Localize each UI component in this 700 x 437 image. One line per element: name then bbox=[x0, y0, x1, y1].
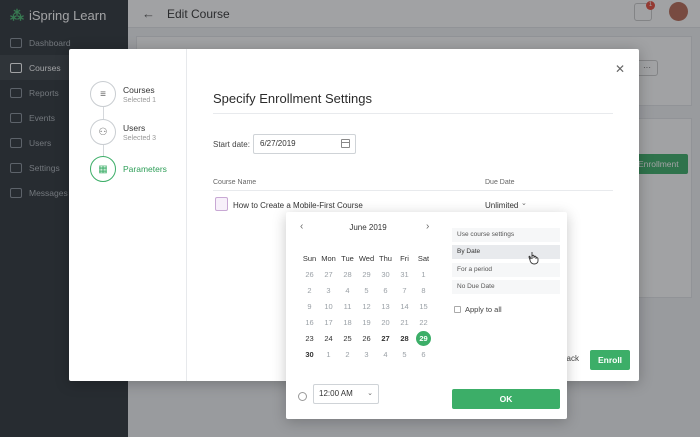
calendar-day[interactable]: 6 bbox=[414, 347, 433, 363]
step-sub: Selected 1 bbox=[123, 96, 157, 104]
enroll-button[interactable]: Enroll bbox=[590, 350, 630, 370]
weekday-header: Fri bbox=[400, 254, 409, 263]
step-parameters[interactable]: ▦ Parameters bbox=[90, 156, 167, 182]
calendar-day[interactable]: 15 bbox=[414, 299, 433, 315]
calendar-day[interactable]: 18 bbox=[338, 315, 357, 331]
calendar-day[interactable]: 26 bbox=[357, 331, 376, 347]
option-by-date[interactable]: By Date bbox=[452, 245, 560, 259]
step-name: Users bbox=[123, 122, 146, 133]
calendar-day[interactable]: 17 bbox=[319, 315, 338, 331]
step-courses[interactable]: ≡ Courses Selected 1 bbox=[90, 81, 156, 107]
calendar-day-selected[interactable]: 29 bbox=[414, 331, 433, 347]
calendar-day[interactable]: 4 bbox=[338, 283, 357, 299]
step-name: Courses bbox=[123, 84, 155, 95]
calendar-day[interactable]: 20 bbox=[376, 315, 395, 331]
calendar-day[interactable]: 4 bbox=[376, 347, 395, 363]
calendar-day[interactable]: 23 bbox=[300, 331, 319, 347]
calendar-day[interactable]: 3 bbox=[357, 347, 376, 363]
calendar-day[interactable]: 8 bbox=[414, 283, 433, 299]
calendar-day[interactable]: 27 bbox=[376, 331, 395, 347]
calendar-day[interactable]: 28 bbox=[338, 267, 357, 283]
calendar-day[interactable]: 30 bbox=[376, 267, 395, 283]
calendar-day[interactable]: 7 bbox=[395, 283, 414, 299]
col-header-course: Course Name bbox=[213, 179, 257, 186]
calendar-day[interactable]: 3 bbox=[319, 283, 338, 299]
ok-button[interactable]: OK bbox=[452, 389, 560, 409]
weekday-header: Sat bbox=[417, 254, 430, 263]
apply-to-all-label: Apply to all bbox=[465, 305, 502, 314]
calendar-day[interactable]: 19 bbox=[357, 315, 376, 331]
wizard-steps: ≡ Courses Selected 1 ⚇ Users Selected 3 … bbox=[69, 49, 187, 381]
step-users[interactable]: ⚇ Users Selected 3 bbox=[90, 119, 156, 145]
calendar-day-label: 29 bbox=[419, 334, 428, 343]
divider bbox=[213, 113, 613, 114]
course-name: How to Create a Mobile-First Course bbox=[233, 201, 363, 210]
apply-to-all-checkbox[interactable] bbox=[454, 306, 461, 313]
calendar-day[interactable]: 2 bbox=[338, 347, 357, 363]
hand-cursor-icon bbox=[528, 252, 539, 265]
option-use-course-settings[interactable]: Use course settings bbox=[452, 228, 560, 242]
time-value: 12:00 AM bbox=[319, 389, 353, 398]
dialog-title: Specify Enrollment Settings bbox=[213, 91, 372, 106]
option-for-a-period[interactable]: For a period bbox=[452, 263, 560, 277]
start-date-field[interactable]: 6/27/2019 bbox=[253, 134, 356, 154]
calendar-day[interactable]: 26 bbox=[300, 267, 319, 283]
option-no-due-date[interactable]: No Due Date bbox=[452, 280, 560, 294]
calendar-day[interactable]: 22 bbox=[414, 315, 433, 331]
due-date-dropdown[interactable]: Unlimited bbox=[485, 201, 518, 210]
weekday-header: Thu bbox=[379, 254, 392, 263]
document-icon: ≡ bbox=[90, 81, 116, 107]
calendar-day[interactable]: 6 bbox=[376, 283, 395, 299]
chevron-down-icon: ⌄ bbox=[367, 390, 373, 397]
weekday-header: Wed bbox=[358, 254, 375, 263]
divider bbox=[213, 190, 613, 191]
calendar-day[interactable]: 1 bbox=[414, 267, 433, 283]
start-date-value: 6/27/2019 bbox=[260, 139, 296, 148]
calendar-day[interactable]: 28 bbox=[395, 331, 414, 347]
calendar-day[interactable]: 10 bbox=[319, 299, 338, 315]
calendar-day[interactable]: 31 bbox=[395, 267, 414, 283]
calendar-day[interactable]: 24 bbox=[319, 331, 338, 347]
chevron-right-icon[interactable]: › bbox=[426, 221, 429, 232]
calendar-day[interactable]: 5 bbox=[357, 283, 376, 299]
calendar-day[interactable]: 30 bbox=[300, 347, 319, 363]
due-date-popup: ‹ June 2019 › Sun Mon Tue Wed Thu Fri Sat 26 27 2… bbox=[286, 212, 567, 419]
calendar-day[interactable]: 16 bbox=[300, 315, 319, 331]
weekday-header: Mon bbox=[321, 254, 336, 263]
weekday-header: Tue bbox=[341, 254, 354, 263]
calendar-day[interactable]: 1 bbox=[319, 347, 338, 363]
calendar-icon[interactable] bbox=[341, 139, 350, 148]
calendar-day[interactable]: 14 bbox=[395, 299, 414, 315]
calendar-day[interactable]: 29 bbox=[357, 267, 376, 283]
time-select[interactable]: 12:00 AM ⌄ bbox=[313, 384, 379, 404]
step-sub: Selected 3 bbox=[123, 134, 157, 142]
calendar-day[interactable]: 27 bbox=[319, 267, 338, 283]
calendar-day[interactable]: 12 bbox=[357, 299, 376, 315]
calendar-month: June 2019 bbox=[349, 223, 387, 232]
calendar-day[interactable]: 11 bbox=[338, 299, 357, 315]
chevron-left-icon[interactable]: ‹ bbox=[300, 221, 303, 232]
calendar-day[interactable]: 13 bbox=[376, 299, 395, 315]
start-date-label: Start date: bbox=[213, 140, 250, 149]
calendar-day[interactable]: 5 bbox=[395, 347, 414, 363]
clock-icon bbox=[298, 392, 307, 401]
chevron-down-icon[interactable]: ⌄ bbox=[521, 199, 527, 207]
step-name: Parameters bbox=[123, 164, 167, 174]
calendar-day[interactable]: 9 bbox=[300, 299, 319, 315]
calendar-day[interactable]: 21 bbox=[395, 315, 414, 331]
col-header-due-date: Due Date bbox=[485, 179, 515, 186]
close-icon[interactable]: ✕ bbox=[615, 62, 625, 76]
weekday-header: Sun bbox=[302, 254, 317, 263]
calendar-day[interactable]: 2 bbox=[300, 283, 319, 299]
course-icon bbox=[215, 197, 228, 211]
calendar-grid: Sun Mon Tue Wed Thu Fri Sat 26 27 28 29 30 31 1 2 3 4 5 6 7… bbox=[300, 251, 433, 363]
users-icon: ⚇ bbox=[90, 119, 116, 145]
step-connector bbox=[103, 107, 104, 119]
calendar-icon: ▦ bbox=[90, 156, 116, 182]
calendar-day[interactable]: 25 bbox=[338, 331, 357, 347]
